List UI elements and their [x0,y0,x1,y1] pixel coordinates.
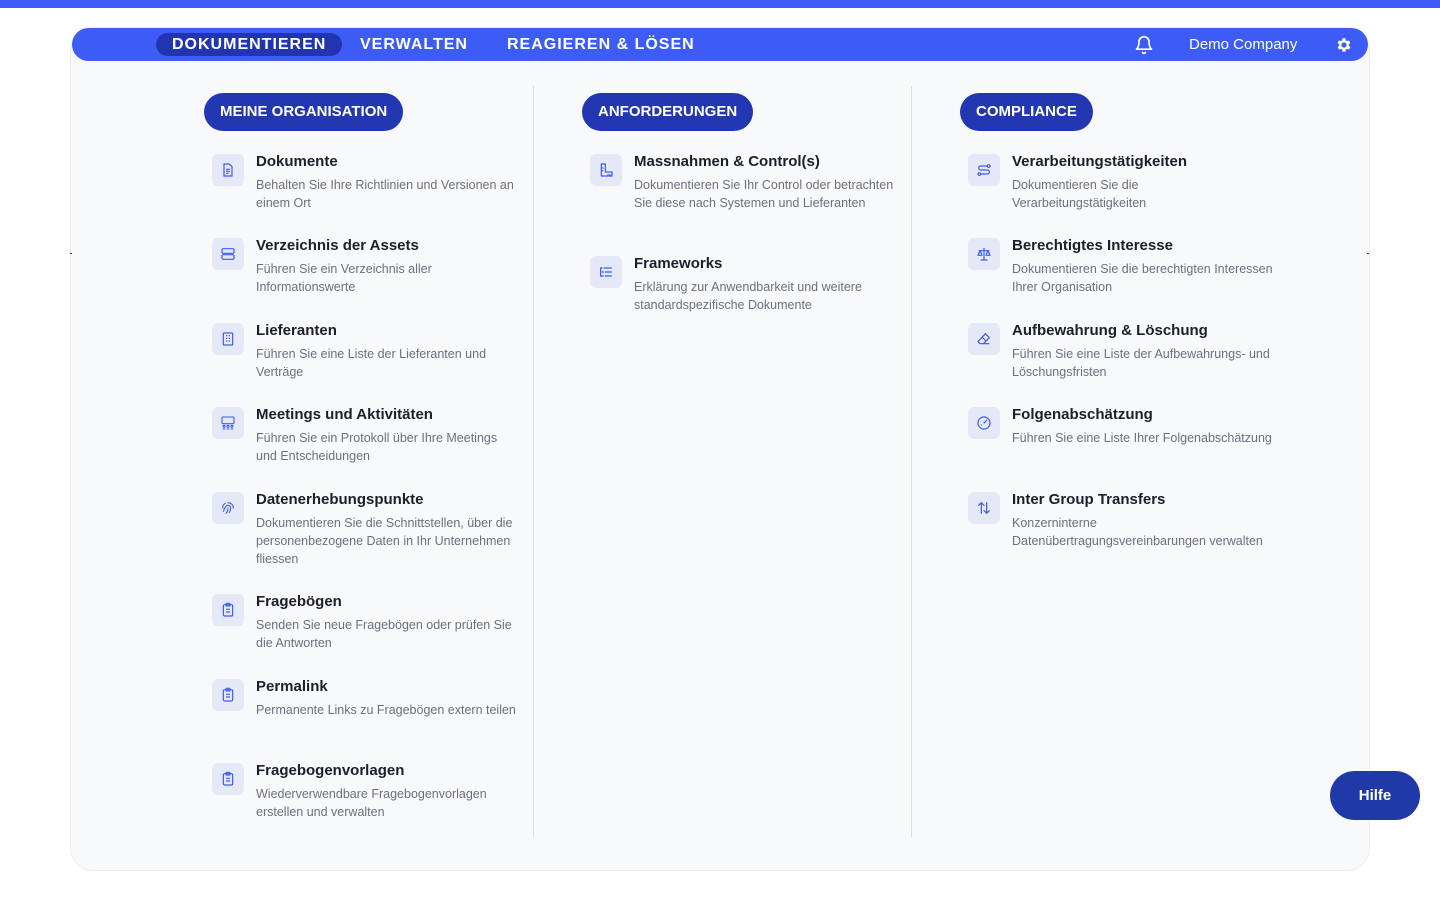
server-icon [212,238,244,270]
menu-item-description: Führen Sie eine Liste der Aufbewahrungs-… [1012,347,1270,379]
menu-item-description: Führen Sie eine Liste Ihrer Folgenabschä… [1012,431,1272,445]
menu-item-description: Wiederverwendbare Fragebogenvorlagen ers… [256,787,487,819]
meeting-icon [212,407,244,439]
menu-item-title: Verarbeitungstätigkeiten [1012,153,1188,170]
route-icon [968,154,1000,186]
menu-item-description: Dokumentieren Sie die berechtigten Inter… [1012,262,1273,294]
menu-item-description: Führen Sie ein Verzeichnis aller Informa… [256,262,432,294]
tab-reagieren-loesen[interactable]: REAGIEREN & LÖSEN [491,33,711,56]
menu-item-description: Senden Sie neue Fragebögen oder prüfen S… [256,618,512,650]
menu-item-description: Erklärung zur Anwendbarkeit und weitere … [634,280,862,312]
menu-item-title: Aufbewahrung & Löschung [1012,322,1208,339]
section-heading-meine-organisation: MEINE ORGANISATION [204,93,404,131]
column-divider [533,86,534,837]
bell-icon[interactable] [1134,34,1154,56]
menu-item-title: Lieferanten [256,322,337,339]
scale-icon [968,238,1000,270]
top-accent-bar [0,0,1440,8]
menu-item-description: Dokumentieren Sie die Schnittstellen, üb… [256,516,513,566]
gear-icon[interactable] [1335,36,1353,54]
menu-item-title: Folgenabschätzung [1012,406,1153,423]
ruler-icon [590,154,622,186]
eraser-icon [968,323,1000,355]
menu-item-title: Dokumente [256,153,338,170]
list-icon [590,256,622,288]
building-icon [212,323,244,355]
menu-item-title: Permalink [256,678,328,695]
menu-item-title: Fragebögen [256,593,342,610]
menu-item-description: Dokumentieren Sie Ihr Control oder betra… [634,178,894,210]
fingerprint-icon [212,492,244,524]
panel-edge-mark [70,253,72,254]
clipboard-icon [212,679,244,711]
menu-item-description: Führen Sie eine Liste der Lieferanten un… [256,347,487,379]
menu-item-description: Konzerninterne Datenübertragungsvereinba… [1012,516,1263,548]
menu-item-title: Verzeichnis der Assets [256,237,419,254]
arrows-updown-icon [968,492,1000,524]
menu-item-description: Behalten Sie Ihre Richtlinien und Versio… [256,178,514,210]
tab-dokumentieren[interactable]: DOKUMENTIEREN [156,33,343,56]
section-heading-compliance: COMPLIANCE [960,93,1093,131]
help-button[interactable]: Hilfe [1330,771,1420,820]
menu-item-title: Inter Group Transfers [1012,491,1166,508]
company-name-menu[interactable]: Demo Company [1189,36,1297,53]
menu-item-title: Berechtigtes Interesse [1012,237,1173,254]
tab-verwalten[interactable]: VERWALTEN [344,33,484,56]
clipboard-icon [212,594,244,626]
menu-item-title: Frameworks [634,255,723,272]
clipboard-icon [212,763,244,795]
menu-item-title: Meetings und Aktivitäten [256,406,433,423]
menu-item-title: Fragebogenvorlagen [256,762,405,779]
main-navbar: DOKUMENTIEREN VERWALTEN REAGIEREN & LÖSE… [72,28,1368,61]
document-icon [212,154,244,186]
menu-item-title: Datenerhebungspunkte [256,491,424,508]
column-divider [911,86,912,837]
menu-item-title: Massnahmen & Control(s) [634,153,820,170]
gauge-icon [968,407,1000,439]
panel-edge-mark [1367,253,1369,254]
menu-item-description: Permanente Links zu Fragebögen extern te… [256,703,516,717]
menu-item-description: Dokumentieren Sie die Verarbeitungstätig… [1012,178,1147,210]
menu-item-description: Führen Sie ein Protokoll über Ihre Meeti… [256,431,498,463]
section-heading-anforderungen: ANFORDERUNGEN [582,93,754,131]
